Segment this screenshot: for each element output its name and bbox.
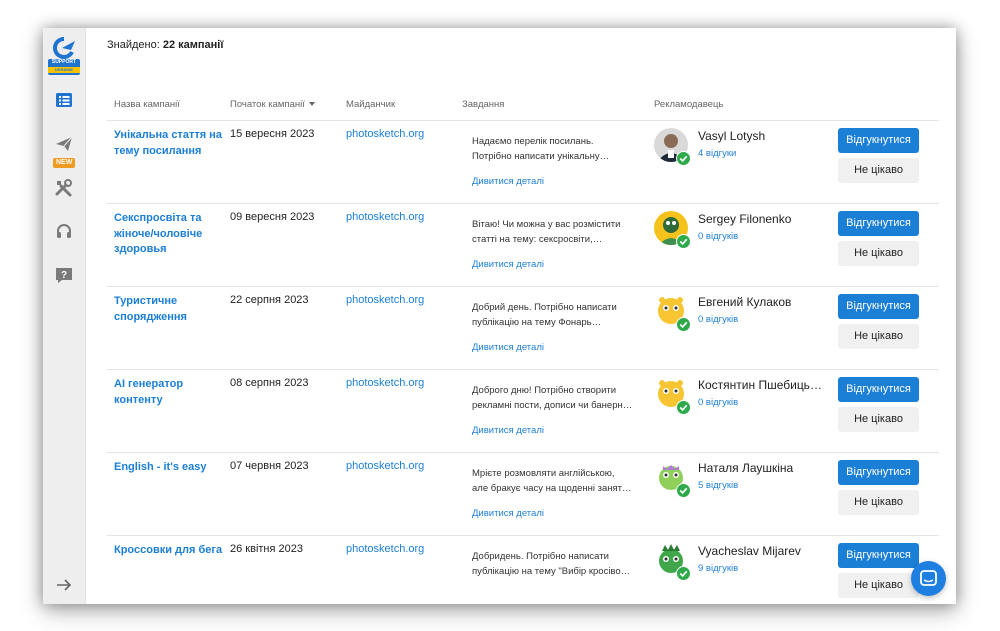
sort-desc-icon xyxy=(308,102,315,107)
advertiser-name[interactable]: Евгений Кулаков xyxy=(698,295,826,309)
logo-line1: SUPPORT xyxy=(51,59,77,65)
advertiser-name[interactable]: Vyacheslav Mijarev xyxy=(698,544,826,558)
reply-button[interactable]: Відгукнутися xyxy=(838,377,919,402)
campaign-name-link[interactable]: Кроссовки для бега xyxy=(114,543,224,559)
task-preview: Мрієте розмовляти англійською, але браку… xyxy=(472,468,632,494)
not-interested-button[interactable]: Не цікаво xyxy=(838,324,919,349)
avatar[interactable] xyxy=(654,211,691,249)
not-interested-button[interactable]: Не цікаво xyxy=(838,573,919,598)
advertiser-name[interactable]: Sergey Filonenko xyxy=(698,212,826,226)
app-window: SUPPORT UKRAINE NEW ? Знайдено: 22 кампа… xyxy=(43,28,956,604)
send-icon[interactable] xyxy=(54,134,74,154)
site-link[interactable]: photosketch.org xyxy=(346,211,424,223)
support-ukraine-logo[interactable]: SUPPORT UKRAINE xyxy=(48,37,80,75)
advertiser-name[interactable]: Наталя Лаушкіна xyxy=(698,461,826,475)
campaign-name-link[interactable]: AI генератор контенту xyxy=(114,377,224,408)
table-row: English - it's easy 07 червня 2023 photo… xyxy=(86,453,956,536)
campaign-name-link[interactable]: Унікальна стаття на тему посилання xyxy=(114,128,224,159)
reply-button[interactable]: Відгукнутися xyxy=(838,211,919,236)
chat-launcher-button[interactable] xyxy=(911,561,946,596)
column-header-advertiser: Рекламодавець xyxy=(654,99,724,110)
task-preview: Надаємо перелік посилань. Потрібно напис… xyxy=(472,136,610,162)
chat-bubble-icon xyxy=(920,570,937,586)
reply-button[interactable]: Відгукнутися xyxy=(838,543,919,568)
verified-check-icon xyxy=(676,483,691,498)
task-preview: Добрий день. Потрібно написати публікаці… xyxy=(472,302,617,328)
column-header-name[interactable]: Назва кампанії xyxy=(114,99,180,110)
campaign-start-date: 09 вересня 2023 xyxy=(230,211,315,223)
arrow-right-icon[interactable] xyxy=(55,577,73,593)
new-badge: NEW xyxy=(53,158,76,168)
table-row: Унікальна стаття на тему посилання 15 ве… xyxy=(86,121,956,204)
campaign-start-date: 26 квітня 2023 xyxy=(230,543,303,555)
tools-icon[interactable] xyxy=(54,178,74,198)
site-link[interactable]: photosketch.org xyxy=(346,128,424,140)
table-row: Туристичне спорядження 22 серпня 2023 ph… xyxy=(86,287,956,370)
site-link[interactable]: photosketch.org xyxy=(346,460,424,472)
verified-check-icon xyxy=(676,566,691,581)
reply-button[interactable]: Відгукнутися xyxy=(838,128,919,153)
reviews-link[interactable]: 0 відгуків xyxy=(698,231,738,242)
not-interested-button[interactable]: Не цікаво xyxy=(838,158,919,183)
campaign-name-link[interactable]: Туристичне спорядження xyxy=(114,294,224,325)
not-interested-button[interactable]: Не цікаво xyxy=(838,490,919,515)
avatar[interactable] xyxy=(654,543,691,581)
advertiser-name[interactable]: Vasyl Lotysh xyxy=(698,129,826,143)
logo-line2: UKRAINE xyxy=(48,67,80,73)
campaign-start-date: 15 вересня 2023 xyxy=(230,128,315,140)
details-link[interactable]: Дивитися деталі xyxy=(472,508,544,519)
reviews-link[interactable]: 5 відгуків xyxy=(698,480,738,491)
verified-check-icon xyxy=(676,400,691,415)
table-row: Секспросвіта та жіноче/чоловіче здоровья… xyxy=(86,204,956,287)
avatar[interactable] xyxy=(654,377,691,415)
verified-check-icon xyxy=(676,234,691,249)
details-link[interactable]: Дивитися деталі xyxy=(472,342,544,353)
sidebar: SUPPORT UKRAINE NEW ? xyxy=(43,28,86,604)
results-count: 22 кампанії xyxy=(162,39,224,51)
avatar[interactable] xyxy=(654,460,691,498)
column-header-site[interactable]: Майданчик xyxy=(346,99,395,110)
reviews-link[interactable]: 0 відгуків xyxy=(698,397,738,408)
details-link[interactable]: Дивитися деталі xyxy=(472,425,544,436)
results-summary: Знайдено: 22 кампанії xyxy=(107,39,224,51)
reviews-link[interactable]: 9 відгуків xyxy=(698,563,738,574)
table-row: AI генератор контенту 08 серпня 2023 pho… xyxy=(86,370,956,453)
site-link[interactable]: photosketch.org xyxy=(346,377,424,389)
site-link[interactable]: photosketch.org xyxy=(346,543,424,555)
campaign-name-link[interactable]: English - it's easy xyxy=(114,460,224,476)
reviews-link[interactable]: 0 відгуків xyxy=(698,314,738,325)
logo-mark-icon xyxy=(52,37,75,59)
not-interested-button[interactable]: Не цікаво xyxy=(838,241,919,266)
advertiser-name[interactable]: Костянтин Пшебиць… xyxy=(698,378,826,392)
logo-tag: SUPPORT UKRAINE xyxy=(48,59,80,75)
details-link[interactable]: Дивитися деталі xyxy=(472,259,544,270)
reply-button[interactable]: Відгукнутися xyxy=(838,294,919,319)
campaign-list: Знайдено: 22 кампанії Назва кампанії Поч… xyxy=(86,28,956,604)
column-header-start[interactable]: Початок кампанії xyxy=(230,99,315,110)
headset-icon[interactable] xyxy=(54,221,74,241)
column-header-task: Завдання xyxy=(462,99,505,110)
reply-button[interactable]: Відгукнутися xyxy=(838,460,919,485)
campaign-start-date: 08 серпня 2023 xyxy=(230,377,309,389)
table-row: Кроссовки для бега 26 квітня 2023 photos… xyxy=(86,536,956,604)
avatar[interactable] xyxy=(654,294,691,332)
avatar[interactable] xyxy=(654,128,691,166)
not-interested-button[interactable]: Не цікаво xyxy=(838,407,919,432)
task-preview: Доброго дню! Потрібно створити рекламні … xyxy=(472,385,633,411)
verified-check-icon xyxy=(676,151,691,166)
verified-check-icon xyxy=(676,317,691,332)
svg-text:?: ? xyxy=(61,270,67,281)
campaign-name-link[interactable]: Секспросвіта та жіноче/чоловіче здоровья xyxy=(114,211,224,258)
site-link[interactable]: photosketch.org xyxy=(346,294,424,306)
reviews-link[interactable]: 4 відгуки xyxy=(698,148,736,159)
task-preview: Добридень. Потрібно написати публікацію … xyxy=(472,551,631,577)
campaign-start-date: 22 серпня 2023 xyxy=(230,294,309,306)
task-preview: Вітаю! Чи можна у вас розмістити статті … xyxy=(472,219,621,245)
help-icon[interactable]: ? xyxy=(54,265,74,285)
details-link[interactable]: Дивитися деталі xyxy=(472,176,544,187)
campaign-start-date: 07 червня 2023 xyxy=(230,460,309,472)
list-icon[interactable] xyxy=(54,90,74,110)
